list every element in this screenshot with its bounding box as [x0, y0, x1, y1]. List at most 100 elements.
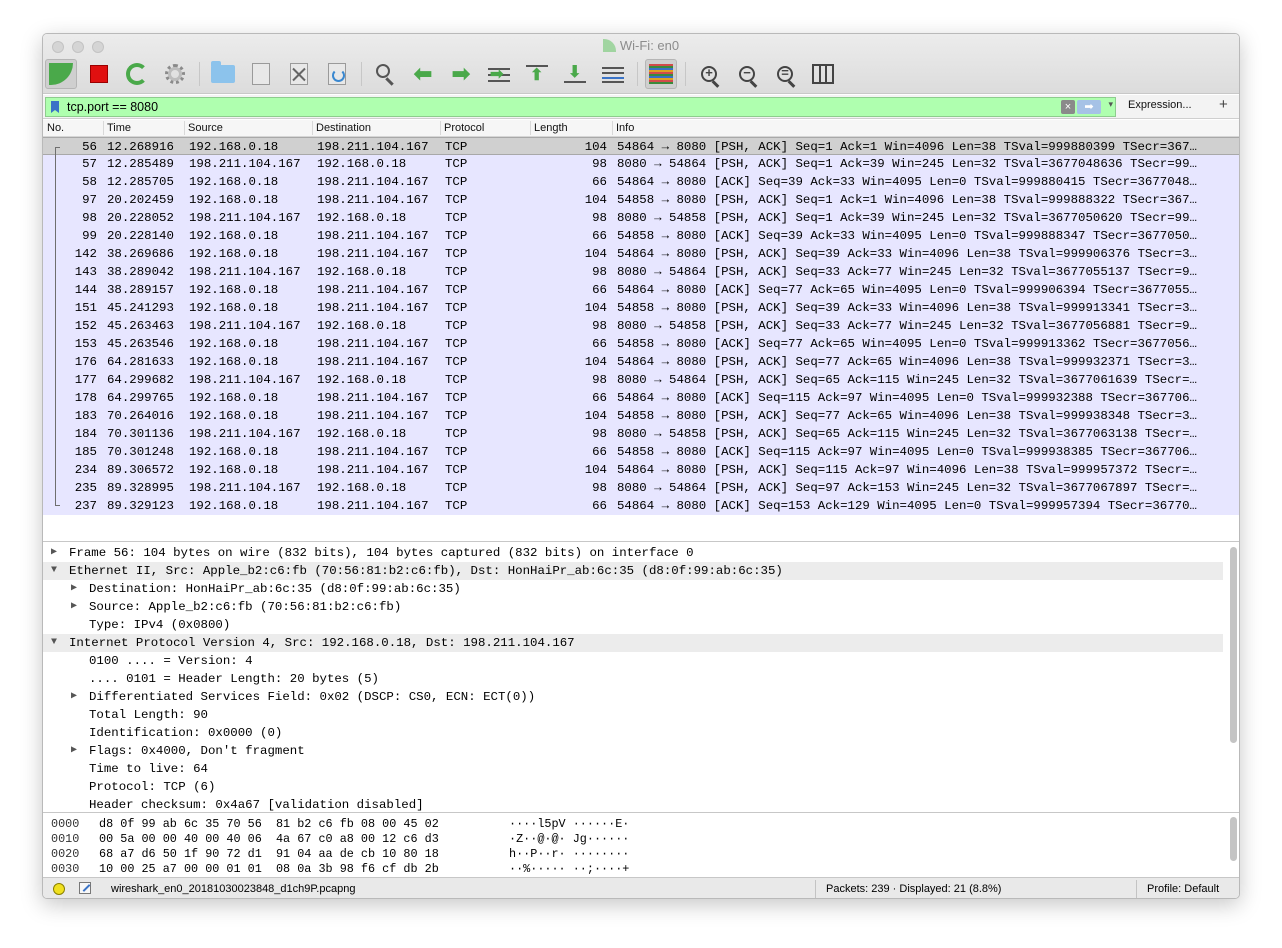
expression-button[interactable]: Expression...	[1128, 99, 1192, 111]
bytes-row[interactable]: 0030 10 00 25 a7 00 00 01 01 08 0a 3b 98 …	[43, 862, 1239, 876]
table-row[interactable]: 57 12.285489 198.211.104.167 192.168.0.18 TC…	[43, 155, 1239, 173]
triangle-right-icon[interactable]: ▶	[71, 580, 77, 598]
autoscroll-icon	[602, 65, 624, 83]
table-row[interactable]: 235 89.328995 198.211.104.167 192.168.0.18 T…	[43, 479, 1239, 497]
bytes-row[interactable]: 0020 68 a7 d6 50 1f 90 72 d1 91 04 aa de …	[43, 847, 1239, 862]
bookmark-icon[interactable]	[51, 101, 59, 113]
add-filter-button[interactable]: +	[1219, 96, 1228, 113]
detail-row[interactable]: ▶ Destination: HonHaiPr_ab:6c:35 (d8:0f:9…	[43, 580, 1223, 598]
apply-filter-button[interactable]: ➡	[1077, 100, 1101, 114]
restart-capture-button[interactable]	[121, 59, 153, 89]
close-file-button[interactable]	[283, 59, 315, 89]
detail-row[interactable]: ▶ Source: Apple_b2:c6:fb (70:56:81:b2:c6:…	[43, 598, 1223, 616]
table-row[interactable]: 234 89.306572 192.168.0.18 198.211.104.167 T…	[43, 461, 1239, 479]
table-row[interactable]: 153 45.263546 192.168.0.18 198.211.104.167 T…	[43, 335, 1239, 353]
capture-comment-icon[interactable]	[79, 882, 91, 894]
detail-row[interactable]: ▼ Internet Protocol Version 4, Src: 192.1…	[43, 634, 1223, 652]
column-header-destination[interactable]: Destination	[316, 122, 371, 134]
cell-src: 198.211.104.167	[189, 373, 301, 387]
table-row[interactable]: 142 38.269686 192.168.0.18 198.211.104.167 T…	[43, 245, 1239, 263]
start-capture-button[interactable]	[45, 59, 77, 89]
column-header-info[interactable]: Info	[616, 122, 634, 134]
go-to-packet-button[interactable]: ➡	[483, 59, 515, 89]
detail-text: Destination: HonHaiPr_ab:6c:35 (d8:0f:99…	[89, 582, 461, 596]
table-row[interactable]: 178 64.299765 192.168.0.18 198.211.104.167 T…	[43, 389, 1239, 407]
bytes-row[interactable]: 0010 00 5a 00 00 40 00 40 06 4a 67 c0 a8 …	[43, 832, 1239, 847]
detail-row[interactable]: Total Length: 90	[43, 706, 1223, 724]
table-row[interactable]: 184 70.301136 198.211.104.167 192.168.0.18 T…	[43, 425, 1239, 443]
cell-time: 89.306572	[107, 463, 174, 477]
detail-row[interactable]: Identification: 0x0000 (0)	[43, 724, 1223, 742]
column-header-time[interactable]: Time	[107, 122, 131, 134]
zoom-reset-button[interactable]: =	[769, 59, 801, 89]
detail-row[interactable]: Header checksum: 0x4a67 [validation disa…	[43, 796, 1223, 812]
detail-row[interactable]: Protocol: TCP (6)	[43, 778, 1223, 796]
column-header-protocol[interactable]: Protocol	[444, 122, 484, 134]
last-packet-button[interactable]: ⬇	[559, 59, 591, 89]
column-header-source[interactable]: Source	[188, 122, 223, 134]
table-row[interactable]: 185 70.301248 192.168.0.18 198.211.104.167 T…	[43, 443, 1239, 461]
triangle-right-icon[interactable]: ▶	[51, 544, 57, 562]
table-row[interactable]: 98 20.228052 198.211.104.167 192.168.0.18 TC…	[43, 209, 1239, 227]
go-back-button[interactable]: ⬅	[407, 59, 439, 89]
resize-columns-button[interactable]	[807, 59, 839, 89]
detail-row[interactable]: ▶ Flags: 0x4000, Don't fragment	[43, 742, 1223, 760]
column-header-length[interactable]: Length	[534, 122, 568, 134]
detail-row[interactable]: ▶ Frame 56: 104 bytes on wire (832 bits),…	[43, 544, 1223, 562]
cell-time: 64.299765	[107, 391, 174, 405]
cell-time: 89.328995	[107, 481, 174, 495]
bytes-scrollbar[interactable]	[1230, 817, 1237, 861]
column-header-no[interactable]: No.	[47, 122, 64, 134]
cell-dst: 198.211.104.167	[317, 445, 429, 459]
table-row[interactable]: 183 70.264016 192.168.0.18 198.211.104.167 T…	[43, 407, 1239, 425]
clear-filter-button[interactable]: ×	[1061, 100, 1075, 114]
table-row[interactable]: 56 12.268916 192.168.0.18 198.211.104.167 TC…	[43, 137, 1239, 156]
detail-text: Ethernet II, Src: Apple_b2:c6:fb (70:56:…	[69, 564, 783, 578]
table-row[interactable]: 143 38.289042 198.211.104.167 192.168.0.18 T…	[43, 263, 1239, 281]
open-file-button[interactable]	[207, 59, 239, 89]
details-scrollbar[interactable]	[1230, 547, 1237, 743]
cell-time: 38.289042	[107, 265, 174, 279]
table-row[interactable]: 99 20.228140 192.168.0.18 198.211.104.167 TC…	[43, 227, 1239, 245]
table-row[interactable]: 97 20.202459 192.168.0.18 198.211.104.167 TC…	[43, 191, 1239, 209]
shark-fin-icon	[602, 39, 616, 52]
table-row[interactable]: 151 45.241293 192.168.0.18 198.211.104.167 T…	[43, 299, 1239, 317]
find-packet-button[interactable]	[369, 59, 401, 89]
table-row[interactable]: 144 38.289157 192.168.0.18 198.211.104.167 T…	[43, 281, 1239, 299]
triangle-down-icon[interactable]: ▼	[51, 634, 57, 652]
detail-row[interactable]: Time to live: 64	[43, 760, 1223, 778]
detail-row[interactable]: ▼ Ethernet II, Src: Apple_b2:c6:fb (70:56…	[43, 562, 1223, 580]
detail-row[interactable]: ▶ Differentiated Services Field: 0x02 (DS…	[43, 688, 1223, 706]
cell-no: 178	[74, 391, 97, 405]
first-packet-button[interactable]: ⬆	[521, 59, 553, 89]
triangle-right-icon[interactable]: ▶	[71, 688, 77, 706]
detail-row[interactable]: 0100 .... = Version: 4	[43, 652, 1223, 670]
cell-info: 8080 → 54858 [PSH, ACK] Seq=1 Ack=39 Win…	[617, 211, 1197, 225]
triangle-down-icon[interactable]: ▼	[51, 562, 57, 580]
capture-options-button[interactable]	[159, 59, 191, 89]
cell-dst: 192.168.0.18	[317, 157, 407, 171]
colorize-button[interactable]	[645, 59, 677, 89]
table-row[interactable]: 176 64.281633 192.168.0.18 198.211.104.167 T…	[43, 353, 1239, 371]
table-row[interactable]: 152 45.263463 198.211.104.167 192.168.0.18 T…	[43, 317, 1239, 335]
display-filter-text[interactable]: tcp.port == 8080	[67, 100, 158, 114]
zoom-in-button[interactable]: +	[693, 59, 725, 89]
display-filter-input[interactable]: tcp.port == 8080 × ➡ ▾	[45, 97, 1116, 117]
table-row[interactable]: 237 89.329123 192.168.0.18 198.211.104.167 T…	[43, 497, 1239, 515]
triangle-right-icon[interactable]: ▶	[71, 598, 77, 616]
save-file-button[interactable]	[245, 59, 277, 89]
reload-file-button[interactable]	[321, 59, 353, 89]
zoom-out-button[interactable]: −	[731, 59, 763, 89]
go-forward-button[interactable]: ➡	[445, 59, 477, 89]
table-row[interactable]: 58 12.285705 192.168.0.18 198.211.104.167 TC…	[43, 173, 1239, 191]
autoscroll-button[interactable]	[597, 59, 629, 89]
stop-capture-button[interactable]	[83, 59, 115, 89]
status-profile[interactable]: Profile: Default	[1147, 883, 1219, 895]
bytes-row[interactable]: 0000 d8 0f 99 ab 6c 35 70 56 81 b2 c6 fb …	[43, 817, 1239, 832]
table-row[interactable]: 177 64.299682 198.211.104.167 192.168.0.18 T…	[43, 371, 1239, 389]
detail-row[interactable]: .... 0101 = Header Length: 20 bytes (5)	[43, 670, 1223, 688]
filter-history-dropdown[interactable]: ▾	[1108, 99, 1113, 110]
expert-info-icon[interactable]	[53, 883, 65, 895]
triangle-right-icon[interactable]: ▶	[71, 742, 77, 760]
detail-row[interactable]: Type: IPv4 (0x0800)	[43, 616, 1223, 634]
